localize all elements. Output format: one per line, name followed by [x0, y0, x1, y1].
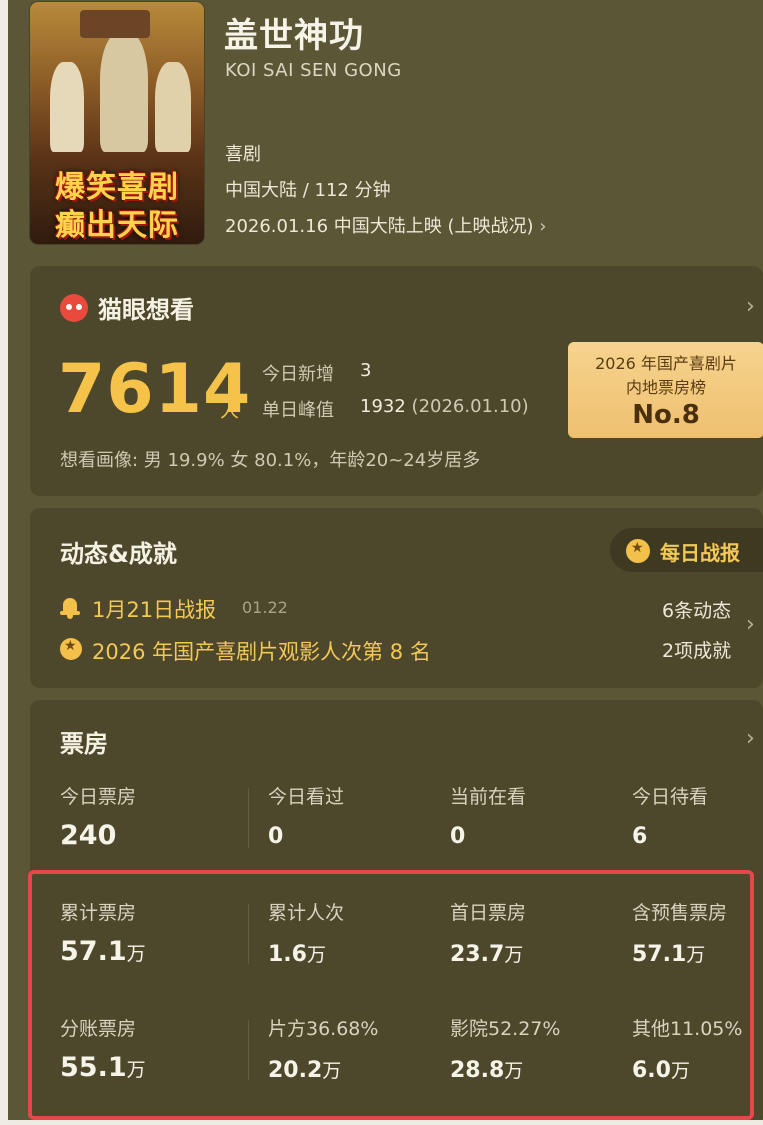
activity-card[interactable]: 动态&成就 每日战报 1月21日战报 01.22 2026 年国产喜剧片观影人次… [30, 508, 763, 688]
movie-title: 盖世神功 [224, 16, 364, 56]
report-date: 01.22 [242, 598, 288, 617]
stat-label: 当前在看 [450, 786, 527, 808]
box-office-heading: 票房 [60, 730, 108, 758]
chevron-right-icon[interactable]: › [746, 294, 755, 319]
release-text: 2026.01.16 中国大陆上映 (上映战况) [225, 216, 534, 237]
chevron-right-icon: › [539, 216, 547, 237]
peak-date: (2026.01.10) [411, 396, 529, 417]
peak-number: 1932 [360, 396, 406, 417]
rank-value: No.8 [632, 400, 700, 430]
chevron-right-icon[interactable]: › [746, 612, 755, 637]
maoyan-cat-icon [60, 294, 88, 322]
chevron-right-icon[interactable]: › [746, 726, 755, 751]
movie-poster[interactable]: 爆笑喜剧 癫出天际 [30, 2, 204, 244]
today-box-office: 240 [60, 820, 117, 851]
poster-tagline-2: 癫出天际 [55, 208, 179, 243]
peak-value: 1932 (2026.01.10) [360, 396, 529, 417]
peak-label: 单日峰值 [262, 400, 334, 421]
stat-label: 今日待看 [632, 786, 709, 808]
movie-genre: 喜剧 [225, 144, 261, 165]
stat-label: 今日看过 [268, 786, 345, 808]
updates-count: 6条动态 [662, 600, 732, 622]
daily-report-label: 每日战报 [660, 541, 740, 565]
rank-badge[interactable]: 2026 年国产喜剧片 内地票房榜 No.8 [568, 342, 763, 438]
bottom-edge [8, 1120, 763, 1125]
now-watching: 0 [450, 824, 466, 849]
poster-sign [80, 10, 150, 38]
movie-title-en: KOI SAI SEN GONG [225, 60, 402, 81]
want-heading: 猫眼想看 [98, 296, 194, 324]
bell-icon [60, 596, 80, 619]
want-count-unit: 人 [220, 400, 240, 422]
poster-figure [50, 62, 84, 152]
achievements-count: 2项成就 [662, 640, 732, 662]
rank-line2: 内地票房榜 [625, 378, 706, 397]
today-new-label: 今日新增 [262, 364, 334, 385]
want-to-watch-card[interactable]: 猫眼想看 › 7614 人 今日新增 3 单日峰值 1932 (2026.01.… [30, 266, 763, 496]
report-link[interactable]: 1月21日战报 [92, 594, 216, 624]
achievement-text[interactable]: 2026 年国产喜剧片观影人次第 8 名 [92, 636, 431, 666]
activity-heading: 动态&成就 [60, 540, 177, 568]
highlight-box [28, 870, 754, 1120]
rank-line1: 2026 年国产喜剧片 [595, 354, 737, 373]
movie-release-link[interactable]: 2026.01.16 中国大陆上映 (上映战况) › [225, 212, 547, 238]
today-want: 6 [632, 824, 648, 849]
left-edge [0, 0, 8, 1125]
today-new-value: 3 [360, 360, 372, 381]
stat-label: 今日票房 [60, 786, 137, 808]
medal-icon [60, 638, 82, 660]
medal-icon [626, 539, 650, 563]
audience-demographics: 想看画像: 男 19.9% 女 80.1%，年龄20~24岁居多 [60, 450, 481, 471]
today-watched: 0 [268, 824, 284, 849]
poster-figure [155, 62, 191, 152]
poster-figure [100, 32, 148, 152]
divider [248, 788, 249, 848]
movie-region-duration: 中国大陆 / 112 分钟 [225, 180, 391, 201]
daily-report-button[interactable]: 每日战报 [610, 528, 763, 572]
